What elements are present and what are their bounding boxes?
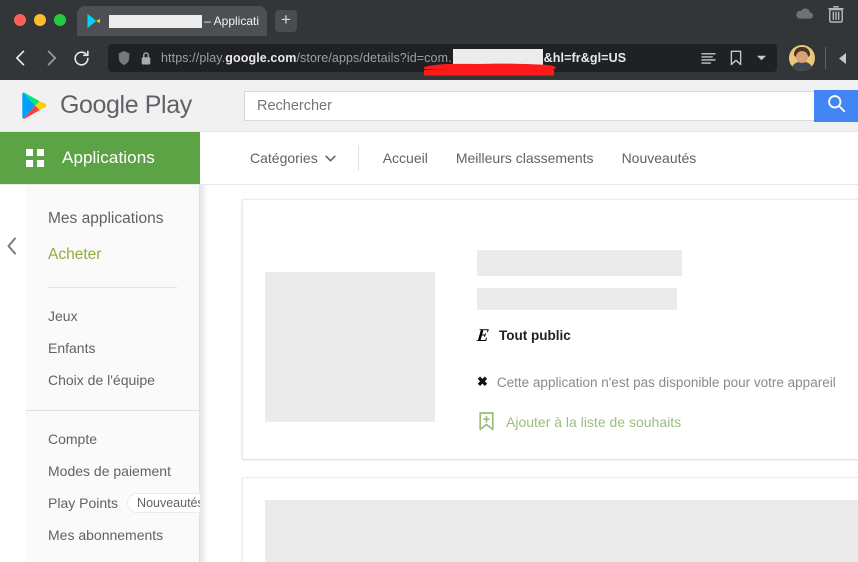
screenshots-placeholder — [265, 500, 858, 562]
chevron-down-icon[interactable] — [756, 54, 767, 62]
unavailable-notice: ✖ Cette application n'est pas disponible… — [477, 374, 858, 390]
reload-button[interactable] — [66, 43, 96, 73]
app-meta: ★ ★ ★ ★ E Tout public — [435, 222, 858, 431]
sidebar-item-choix-de-lequipe[interactable]: Choix de l'équipe — [26, 364, 199, 396]
sidebar-collapse-rail — [0, 185, 26, 562]
tab-title-suffix: – Applicati — [204, 14, 259, 28]
search-button[interactable] — [814, 89, 858, 122]
nav-divider — [357, 145, 359, 171]
page-viewport: Google Play Rechercher Applications Caté… — [0, 80, 858, 562]
sidebar-item-utiliser-un-code[interactable]: Utiliser un code — [26, 551, 199, 562]
app-icon-placeholder — [265, 272, 435, 422]
browser-toolbar: https://play. google.com/store/apps/detai… — [0, 36, 858, 80]
browser-tab[interactable]: – Applicati — [77, 6, 267, 36]
nav-categories-label: Catégories — [250, 150, 318, 166]
sidebar-item-play-points[interactable]: Play Points Nouveautés — [26, 487, 214, 519]
close-window-button[interactable] — [14, 14, 26, 26]
maximize-window-button[interactable] — [54, 14, 66, 26]
sidebar-toggle-icon[interactable] — [836, 52, 848, 65]
reader-mode-icon[interactable] — [701, 52, 716, 65]
sidebar-item-mes-applications[interactable]: Mes applications — [26, 201, 199, 237]
url-path: /store/apps/details?id=com. — [296, 51, 452, 65]
play-store-logo-link[interactable]: Google Play — [0, 91, 230, 120]
sidebar: Mes applications Acheter Jeux Enfants Ch… — [26, 185, 214, 562]
lock-icon — [140, 51, 152, 66]
nav-nouveautes[interactable]: Nouveautés — [622, 150, 697, 166]
redacted-tab-title — [109, 14, 203, 28]
sidebar-account-group: Compte Modes de paiement Play Points Nou… — [26, 410, 214, 562]
sidebar-item-mes-abonnements[interactable]: Mes abonnements — [26, 519, 199, 551]
main-content: ★ ★ ★ ★ E Tout public — [200, 185, 858, 562]
sidebar-item-enfants[interactable]: Enfants — [26, 332, 199, 364]
search-input[interactable]: Rechercher — [244, 90, 814, 121]
shield-icon[interactable] — [117, 50, 131, 66]
cloud-icon[interactable] — [795, 7, 814, 26]
sidebar-item-acheter[interactable]: Acheter — [26, 237, 199, 273]
user-avatar[interactable] — [789, 45, 815, 71]
nav-items: Catégories Accueil Meilleurs classements… — [200, 132, 858, 184]
chevron-down-icon — [325, 155, 336, 162]
url-prefix: https://play. — [161, 51, 226, 65]
add-to-wishlist-button[interactable]: Ajouter à la liste de souhaits — [477, 412, 858, 431]
sidebar-divider — [48, 287, 177, 288]
google-play-logo-icon — [22, 91, 48, 120]
app-screenshots-card — [242, 477, 858, 562]
search-icon — [827, 94, 846, 118]
google-play-icon — [86, 13, 102, 29]
sidebar-item-play-points-label: Play Points — [48, 495, 119, 511]
page-body: Mes applications Acheter Jeux Enfants Ch… — [0, 185, 858, 562]
url-suffix: &hl=fr&gl=US — [543, 51, 627, 65]
forward-button[interactable] — [36, 43, 66, 73]
back-button[interactable] — [6, 43, 36, 73]
search-area: Rechercher — [230, 89, 858, 122]
bookmark-plus-icon — [479, 412, 494, 431]
chevron-left-icon[interactable] — [6, 237, 18, 258]
browser-window: – Applicati + https://play. google.com /… — [0, 0, 858, 562]
url-text: https://play. google.com/store/apps/detai… — [161, 49, 701, 67]
content-rating-label: Tout public — [499, 327, 571, 343]
bookmark-icon[interactable] — [730, 50, 742, 66]
nav-meilleurs-classements[interactable]: Meilleurs classements — [456, 150, 594, 166]
app-details-card: ★ ★ ★ ★ E Tout public — [242, 199, 858, 459]
new-tab-button[interactable]: + — [275, 10, 297, 32]
tab-title: – Applicati — [109, 14, 259, 28]
sidebar-item-modes-de-paiement[interactable]: Modes de paiement — [26, 455, 199, 487]
tab-strip: – Applicati + — [0, 0, 858, 36]
toolbar-divider — [825, 47, 826, 69]
esrb-everyone-icon: E — [475, 325, 491, 345]
address-bar[interactable]: https://play. google.com/store/apps/detai… — [108, 44, 777, 72]
address-bar-actions — [701, 50, 771, 66]
nav-accueil[interactable]: Accueil — [383, 150, 428, 166]
tabstrip-actions — [795, 5, 858, 36]
play-store-navbar: Applications Catégories Accueil Meilleur… — [0, 132, 858, 185]
play-store-wordmark: Google Play — [60, 91, 192, 119]
window-traffic-lights — [0, 14, 77, 36]
play-store-header: Google Play Rechercher — [0, 80, 858, 132]
app-title-placeholder — [477, 250, 682, 276]
app-developer-placeholder — [477, 288, 677, 310]
x-icon: ✖ — [477, 374, 488, 389]
content-rating: E Tout public — [475, 325, 858, 345]
sidebar-item-compte[interactable]: Compte — [26, 423, 199, 455]
grid-icon — [26, 149, 44, 167]
trash-icon[interactable] — [828, 5, 844, 28]
url-domain: google.com — [225, 51, 297, 65]
redacted-url-segment — [452, 49, 543, 67]
add-to-wishlist-label: Ajouter à la liste de souhaits — [506, 413, 682, 430]
sidebar-item-jeux[interactable]: Jeux — [26, 300, 199, 332]
unavailable-text: Cette application n'est pas disponible p… — [496, 374, 836, 390]
minimize-window-button[interactable] — [34, 14, 46, 26]
applications-label: Applications — [62, 148, 155, 167]
sidebar-item-applications[interactable]: Applications — [0, 132, 200, 184]
nav-categories[interactable]: Catégories — [250, 150, 336, 166]
